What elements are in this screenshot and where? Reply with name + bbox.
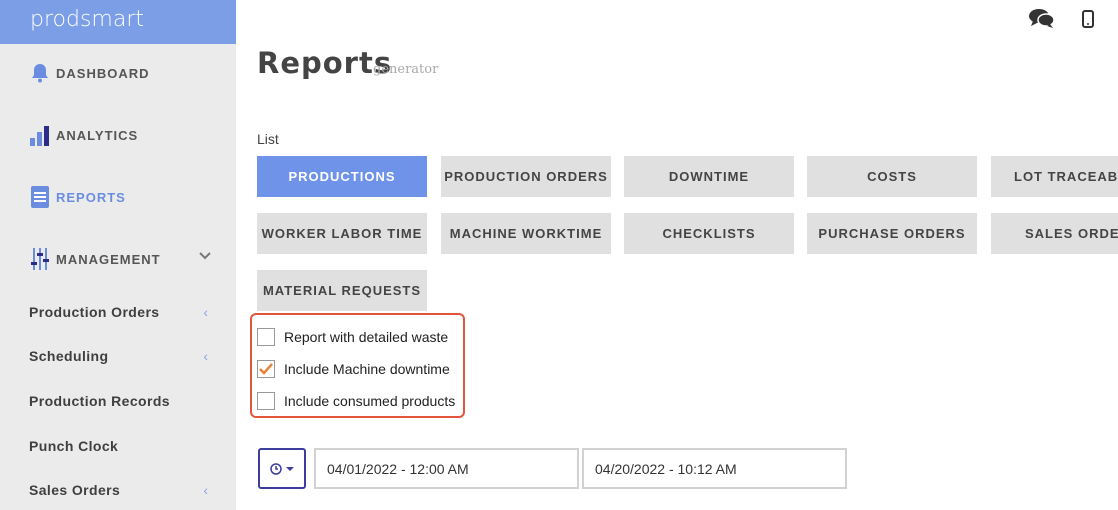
- report-button-purchase-orders[interactable]: PURCHASE ORDERS: [807, 213, 977, 254]
- sidebar-item-label: Production Records: [29, 393, 170, 409]
- nav-analytics-label: ANALYTICS: [56, 127, 139, 143]
- report-button-productions[interactable]: PRODUCTIONS: [257, 156, 427, 197]
- page-subtitle: generator: [373, 62, 439, 77]
- option-label: Report with detailed waste: [284, 329, 449, 345]
- sidebar-item-label: Scheduling: [29, 348, 109, 364]
- sidebar-item-production-orders[interactable]: Production Orders ‹: [0, 296, 236, 328]
- chevron-down-icon: [198, 249, 212, 268]
- time-preset-dropdown[interactable]: [258, 448, 306, 489]
- sidebar: prodsmart DASHBOARD ANALYTICS REPORTS MA…: [0, 0, 236, 510]
- sidebar-item-punch-clock[interactable]: Punch Clock: [0, 430, 236, 462]
- page-title: Reports: [257, 46, 393, 80]
- report-button-downtime[interactable]: DOWNTIME: [624, 156, 794, 197]
- nav-management-label: MANAGEMENT: [56, 251, 161, 267]
- date-to-input[interactable]: [582, 448, 847, 489]
- bar-chart-icon: [30, 124, 50, 146]
- report-button-machine-worktime[interactable]: MACHINE WORKTIME: [441, 213, 611, 254]
- nav-management[interactable]: MANAGEMENT: [0, 239, 236, 279]
- date-from-input[interactable]: [314, 448, 579, 489]
- sidebar-item-label: Production Orders: [29, 304, 160, 320]
- checkbox-unchecked[interactable]: [257, 392, 275, 410]
- sidebar-item-label: Punch Clock: [29, 438, 119, 454]
- nav-analytics[interactable]: ANALYTICS: [0, 115, 236, 155]
- report-button-production-orders[interactable]: PRODUCTION ORDERS: [441, 156, 611, 197]
- option-label: Include Machine downtime: [284, 361, 450, 377]
- nav-dashboard-label: DASHBOARD: [56, 65, 150, 81]
- main-content: Reports generator List PRODUCTIONS PRODU…: [236, 0, 1118, 510]
- brand-logo[interactable]: prodsmart: [0, 0, 236, 44]
- option-label: Include consumed products: [284, 393, 456, 409]
- option-machine-downtime[interactable]: Include Machine downtime: [257, 358, 450, 380]
- report-button-material-requests[interactable]: MATERIAL REQUESTS: [257, 270, 427, 311]
- list-label: List: [257, 131, 279, 147]
- sliders-icon: [30, 248, 50, 270]
- option-detailed-waste[interactable]: Report with detailed waste: [257, 326, 448, 348]
- sidebar-item-scheduling[interactable]: Scheduling ‹: [0, 340, 236, 372]
- caret-down-icon: [285, 466, 294, 471]
- option-consumed-products[interactable]: Include consumed products: [257, 390, 455, 412]
- report-button-lot-traceability[interactable]: LOT TRACEABILITY: [991, 156, 1118, 197]
- chevron-left-icon: ‹: [203, 304, 208, 320]
- checkmark-icon: [259, 363, 273, 375]
- sidebar-item-sales-orders[interactable]: Sales Orders ‹: [0, 474, 236, 506]
- chat-icon[interactable]: [1029, 8, 1055, 35]
- nav-dashboard[interactable]: DASHBOARD: [0, 53, 236, 93]
- report-button-sales-orders[interactable]: SALES ORDERS: [991, 213, 1118, 254]
- nav-reports-label: REPORTS: [56, 189, 126, 205]
- report-button-worker-labor-time[interactable]: WORKER LABOR TIME: [257, 213, 427, 254]
- bell-icon: [30, 62, 50, 84]
- nav-reports[interactable]: REPORTS: [0, 177, 236, 217]
- report-button-costs[interactable]: COSTS: [807, 156, 977, 197]
- checkbox-unchecked[interactable]: [257, 328, 275, 346]
- checkbox-checked[interactable]: [257, 360, 275, 378]
- mobile-icon[interactable]: [1082, 10, 1094, 33]
- chevron-left-icon: ‹: [203, 482, 208, 498]
- document-icon: [30, 186, 50, 208]
- clock-icon: [269, 462, 282, 475]
- chevron-left-icon: ‹: [203, 348, 208, 364]
- sidebar-item-production-records[interactable]: Production Records: [0, 385, 236, 417]
- sidebar-item-label: Sales Orders: [29, 482, 121, 498]
- report-button-checklists[interactable]: CHECKLISTS: [624, 213, 794, 254]
